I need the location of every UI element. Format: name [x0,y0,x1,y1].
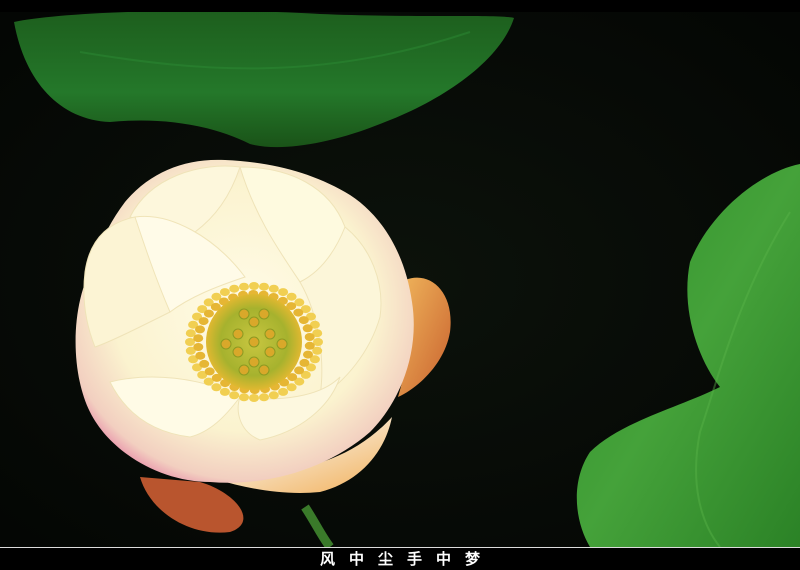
stamen [304,341,315,350]
stamen [199,359,210,368]
caption-text: 风中尘手中梦 [319,550,494,568]
stamen [299,358,310,367]
stamen [298,316,309,325]
caption-bar: 风中尘手中梦 [0,548,800,570]
stamen [249,282,259,290]
stamen [195,351,206,360]
stamen [278,288,289,297]
receptacle-seed [238,308,250,320]
stamen [302,324,313,333]
stamen [303,350,313,359]
stamen [229,284,240,293]
stamen [286,292,297,301]
stamen [268,284,279,293]
stamen [198,317,209,326]
lotus-photo [0,12,800,547]
stamen [259,393,269,402]
stamen [219,288,230,297]
stamen [203,309,214,318]
stamen [211,383,222,392]
top-border [0,0,800,12]
receptacle-seed [264,346,276,358]
receptacle-seed [220,338,232,350]
receptacle-seed [232,328,244,340]
receptacle-seed [248,316,260,328]
receptacle-seed [232,346,244,358]
receptacle-seed [264,328,276,340]
stamen [294,366,305,375]
receptacle-seed [248,336,260,348]
receptacle-seed [258,364,270,376]
receptacle-seed [238,364,250,376]
stamen [259,282,269,291]
stamen [204,367,215,376]
stamen [239,282,249,291]
receptacle-seed [258,308,270,320]
stamen [239,393,249,402]
stamen [193,343,204,351]
stamen [193,334,204,343]
stamen [293,308,304,317]
stamen [304,333,315,341]
receptacle-seed [248,356,260,368]
lotus-photo-svg [0,12,800,547]
receptacle-seed [276,338,288,350]
stamen [249,394,259,402]
stamen [268,391,279,400]
stamen [219,387,230,396]
stamen [229,391,240,400]
stamen [195,325,205,334]
stamen [278,387,289,396]
